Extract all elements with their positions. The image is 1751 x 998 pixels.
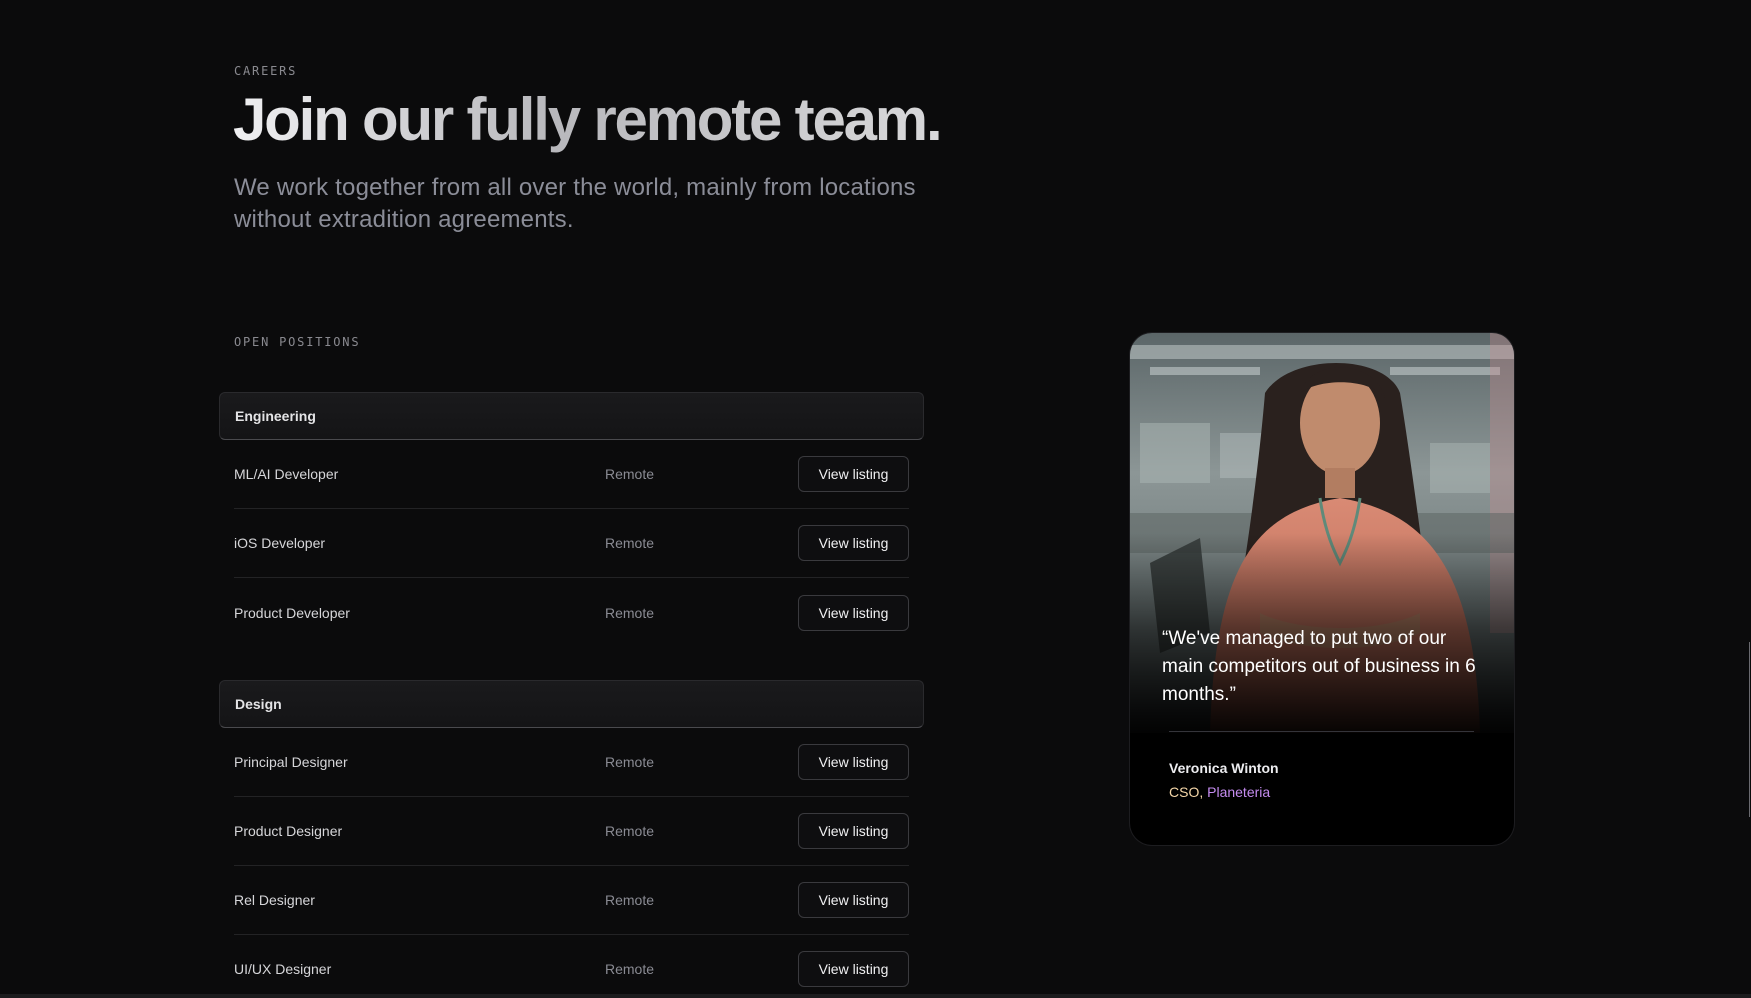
- open-positions-list: Engineering ML/AI Developer Remote View …: [219, 392, 924, 998]
- department-name: Design: [235, 696, 282, 712]
- job-location: Remote: [605, 466, 655, 482]
- testimonial-card: “We've managed to put two of our main co…: [1130, 333, 1514, 845]
- job-row: Rel Designer Remote View listing: [234, 866, 909, 935]
- view-listing-button[interactable]: View listing: [798, 951, 909, 987]
- job-row: iOS Developer Remote View listing: [234, 509, 909, 578]
- page-subtitle: We work together from all over the world…: [234, 174, 916, 233]
- job-location: Remote: [605, 754, 655, 770]
- job-title: UI/UX Designer: [234, 961, 332, 977]
- job-title: Principal Designer: [234, 754, 348, 770]
- scrollbar[interactable]: [1749, 642, 1750, 817]
- author-title: CSO,: [1169, 784, 1204, 800]
- testimonial-author: Veronica Winton: [1169, 760, 1279, 776]
- view-listing-button[interactable]: View listing: [798, 594, 909, 631]
- job-row: Product Designer Remote View listing: [234, 797, 909, 866]
- job-location: Remote: [605, 823, 655, 839]
- department-header-design: Design: [219, 680, 924, 728]
- job-location: Remote: [605, 604, 655, 621]
- view-listing-button[interactable]: View listing: [798, 813, 909, 849]
- author-company: Planeteria: [1207, 784, 1271, 800]
- view-listing-button[interactable]: View listing: [798, 882, 909, 918]
- job-title: ML/AI Developer: [234, 466, 339, 482]
- job-row: ML/AI Developer Remote View listing: [234, 440, 909, 509]
- department-header-engineering: Engineering: [219, 392, 924, 440]
- open-positions-label: OPEN POSITIONS: [234, 335, 361, 349]
- careers-eyebrow: CAREERS: [234, 64, 298, 78]
- testimonial-quote: “We've managed to put two of our main co…: [1162, 628, 1476, 705]
- divider: [1169, 731, 1474, 732]
- job-title: Product Developer: [234, 604, 350, 621]
- job-location: Remote: [605, 892, 655, 908]
- job-row: Principal Designer Remote View listing: [234, 728, 909, 797]
- job-title: iOS Developer: [234, 535, 326, 551]
- view-listing-button[interactable]: View listing: [798, 525, 909, 561]
- job-row: UI/UX Designer Remote View listing: [234, 935, 909, 998]
- view-listing-button[interactable]: View listing: [798, 456, 909, 492]
- department-name: Engineering: [235, 408, 316, 424]
- page-bottom-edge: [0, 994, 1751, 998]
- job-location: Remote: [605, 535, 655, 551]
- job-title: Product Designer: [234, 823, 343, 839]
- job-row: Product Developer Remote View listing: [234, 578, 909, 647]
- job-title: Rel Designer: [234, 892, 315, 908]
- testimonial-role: CSO, Planeteria: [1169, 784, 1270, 800]
- view-listing-button[interactable]: View listing: [798, 744, 909, 780]
- page-title: Join our fully remote team.: [233, 84, 943, 156]
- job-location: Remote: [605, 961, 655, 977]
